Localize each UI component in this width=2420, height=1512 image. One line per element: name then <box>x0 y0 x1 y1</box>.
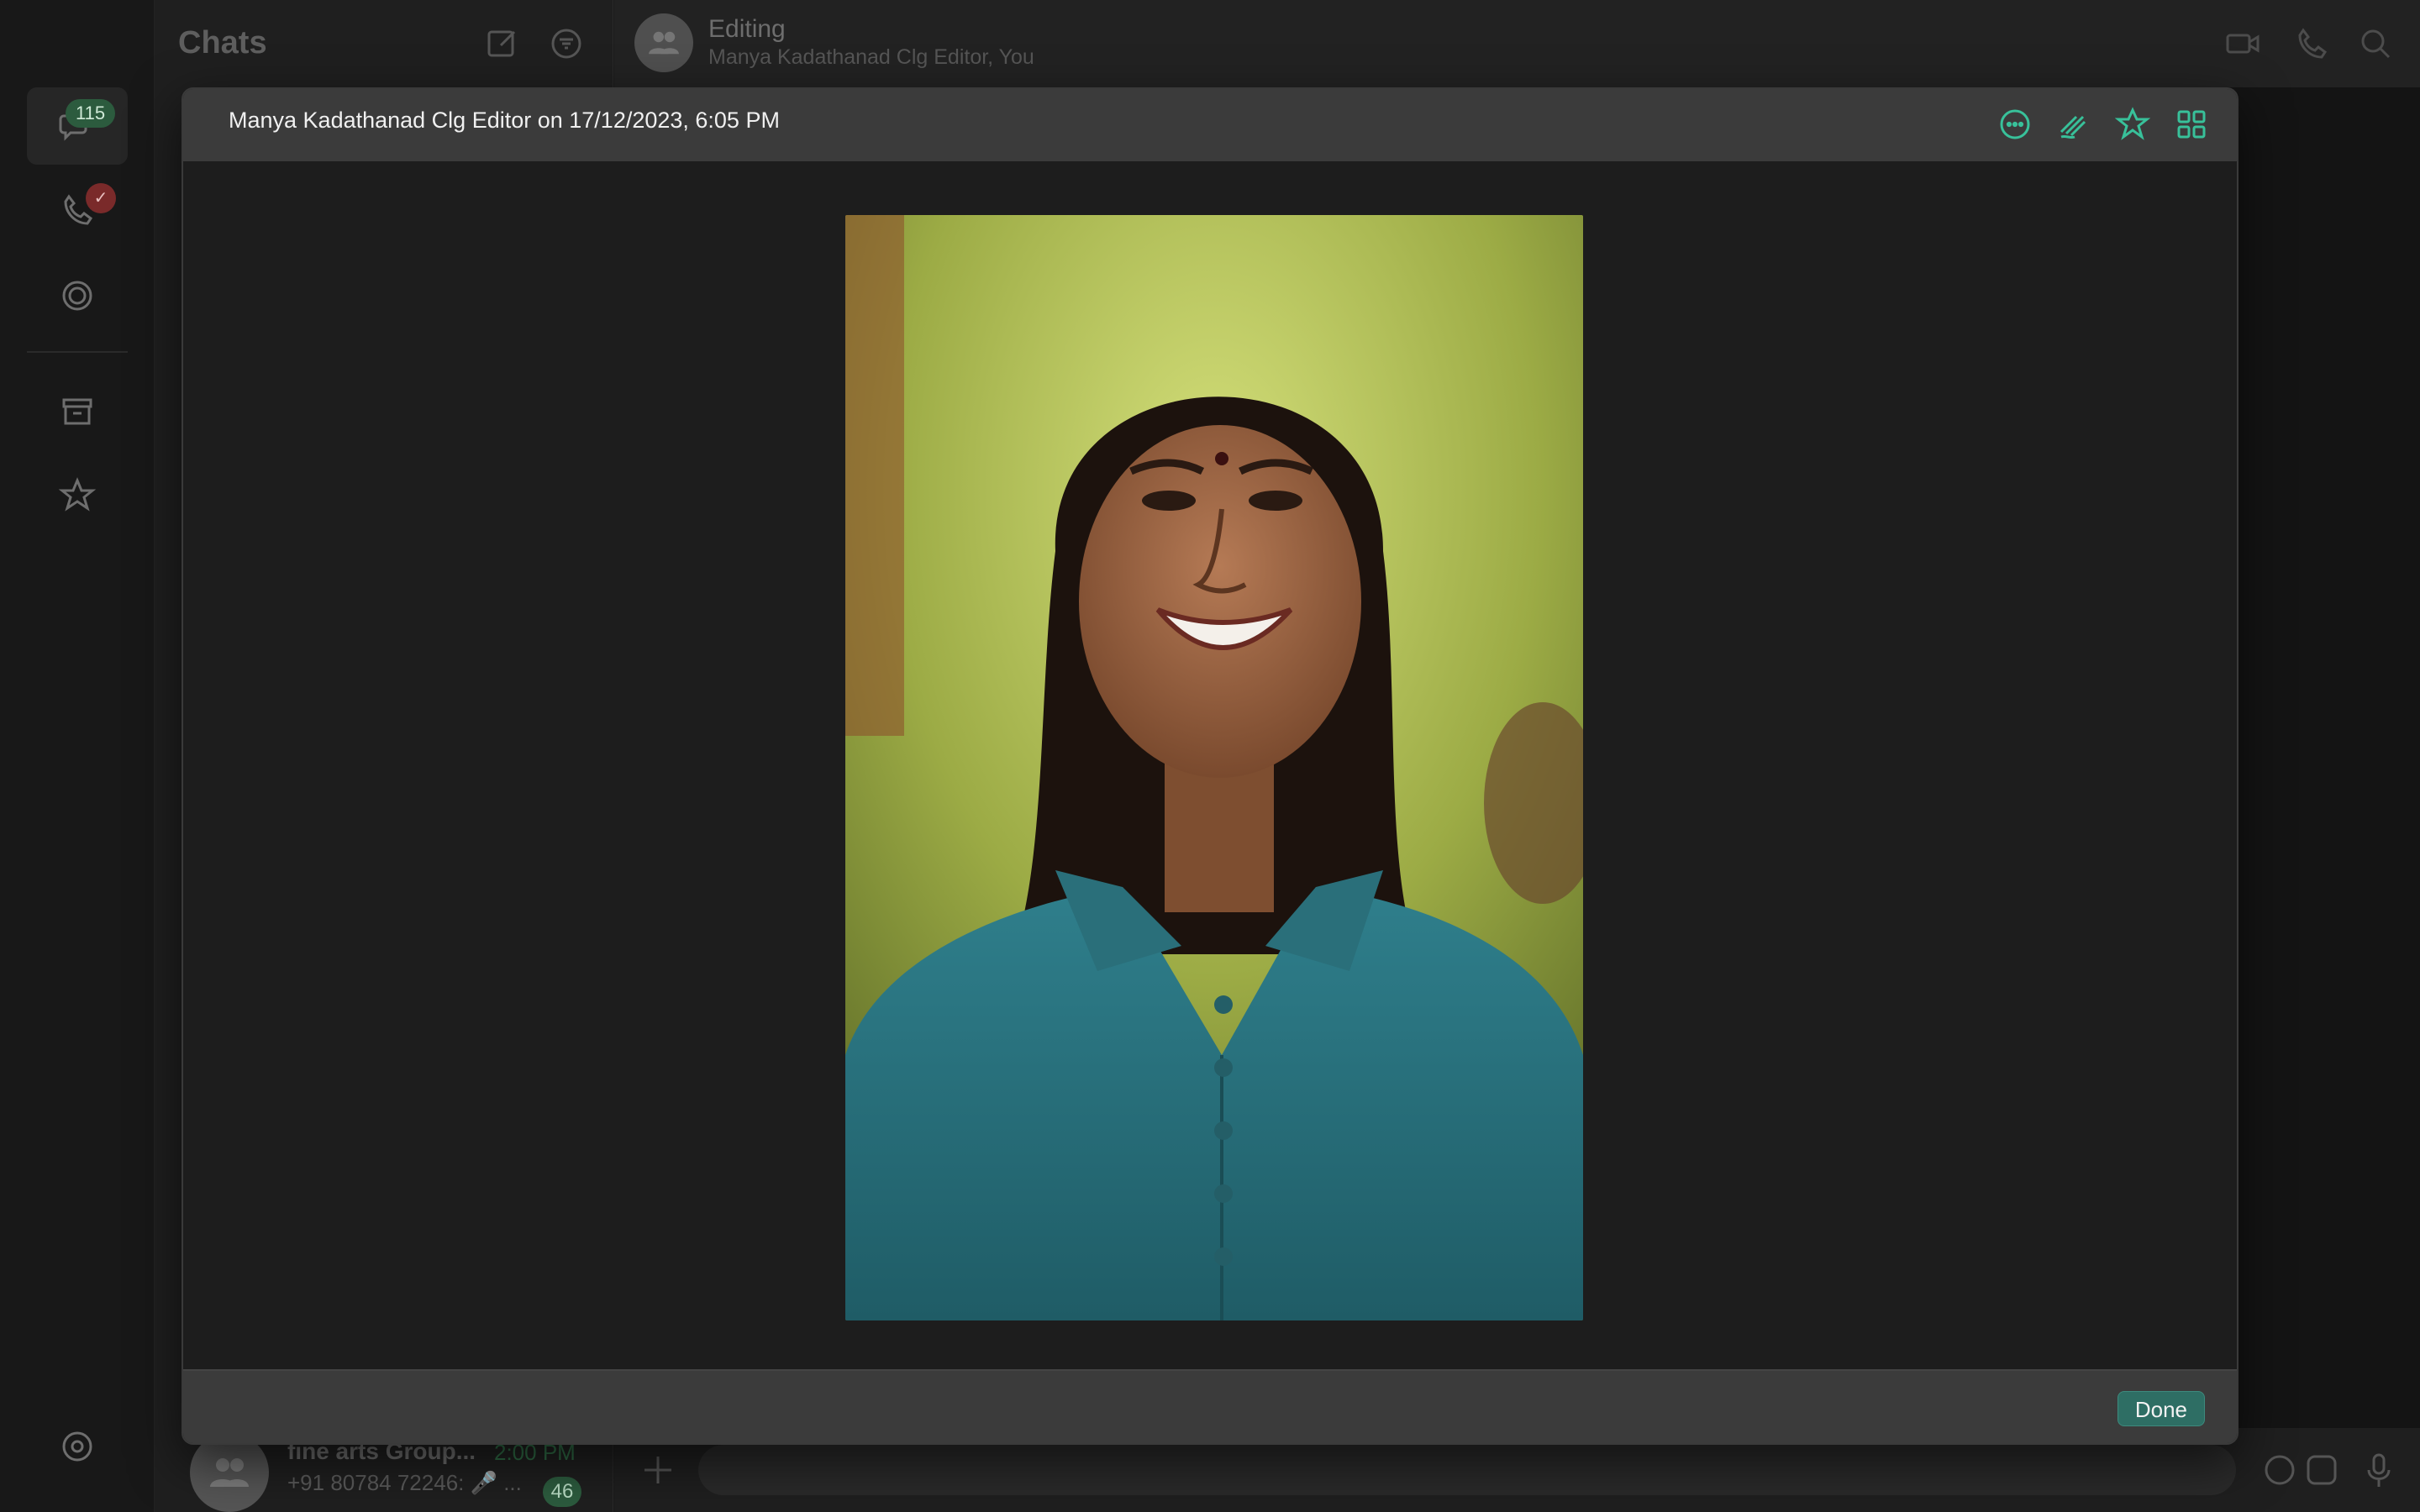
calls-tab[interactable] <box>27 171 128 249</box>
attach-button[interactable] <box>639 1452 676 1488</box>
conversation-title[interactable]: Editing <box>708 15 786 44</box>
phone-icon <box>2298 28 2328 59</box>
archived-tab[interactable] <box>27 373 128 450</box>
group-avatar <box>190 1433 269 1512</box>
all-media-button[interactable] <box>2171 104 2212 144</box>
chats-title: Chats <box>178 25 267 60</box>
app-rail: 115 ✓ <box>0 0 155 1512</box>
video-camera-icon <box>2226 34 2260 54</box>
archive-icon <box>62 398 92 425</box>
rail-divider <box>27 351 128 353</box>
group-avatar[interactable] <box>634 13 693 72</box>
more-options-icon <box>2000 109 2030 139</box>
video-call-button[interactable] <box>2224 25 2261 62</box>
done-button[interactable]: Done <box>2117 1391 2205 1426</box>
unread-badge: 46 <box>543 1477 581 1507</box>
missed-calls-badge: ✓ <box>86 183 116 213</box>
markup-button[interactable] <box>2054 104 2094 144</box>
grid-icon <box>2177 110 2206 139</box>
emoji-button[interactable] <box>2261 1452 2298 1488</box>
more-options-button[interactable] <box>1995 104 2035 144</box>
filter-icon <box>551 29 581 59</box>
conversation-header: Editing Manya Kadathanad Clg Editor, You <box>614 0 2420 87</box>
star-icon <box>2115 107 2150 140</box>
media-viewer-toolbar: Manya Kadathanad Clg Editor on 17/12/202… <box>183 89 2237 161</box>
status-tab[interactable] <box>27 257 128 334</box>
search-button[interactable] <box>2357 25 2394 62</box>
voice-call-button[interactable] <box>2293 25 2330 62</box>
settings-tab[interactable] <box>27 1408 128 1485</box>
sticker-icon <box>2307 1455 2337 1485</box>
emoji-icon <box>2265 1455 2295 1485</box>
media-caption: Manya Kadathanad Clg Editor on 17/12/202… <box>229 108 780 133</box>
sticker-button[interactable] <box>2303 1452 2340 1488</box>
media-viewer-footer: Done <box>183 1369 2237 1443</box>
plus-icon <box>644 1457 671 1483</box>
group-icon <box>649 31 679 55</box>
shared-photo[interactable] <box>845 215 1583 1320</box>
compose-icon <box>487 30 516 57</box>
search-icon <box>2361 29 2391 59</box>
conversation-members: Manya Kadathanad Clg Editor, You <box>708 45 1034 69</box>
starred-tab[interactable] <box>27 457 128 534</box>
star-icon <box>58 477 97 512</box>
unread-chats-badge: 115 <box>66 99 116 128</box>
message-input[interactable] <box>698 1445 2236 1495</box>
chat-preview: +91 80784 72246: 🎤 ... <box>287 1470 522 1495</box>
star-message-button[interactable] <box>2112 104 2153 144</box>
filter-button[interactable] <box>548 25 585 62</box>
status-ring-icon <box>62 281 92 311</box>
group-icon <box>210 1458 249 1487</box>
new-chat-button[interactable] <box>484 25 521 62</box>
markup-pen-icon <box>2060 115 2086 139</box>
voice-message-button[interactable] <box>2360 1452 2397 1488</box>
media-viewer: Manya Kadathanad Clg Editor on 17/12/202… <box>182 87 2238 1445</box>
gear-icon <box>62 1431 92 1462</box>
microphone-icon <box>2367 1453 2391 1487</box>
portrait-photo-image <box>845 215 1583 1320</box>
